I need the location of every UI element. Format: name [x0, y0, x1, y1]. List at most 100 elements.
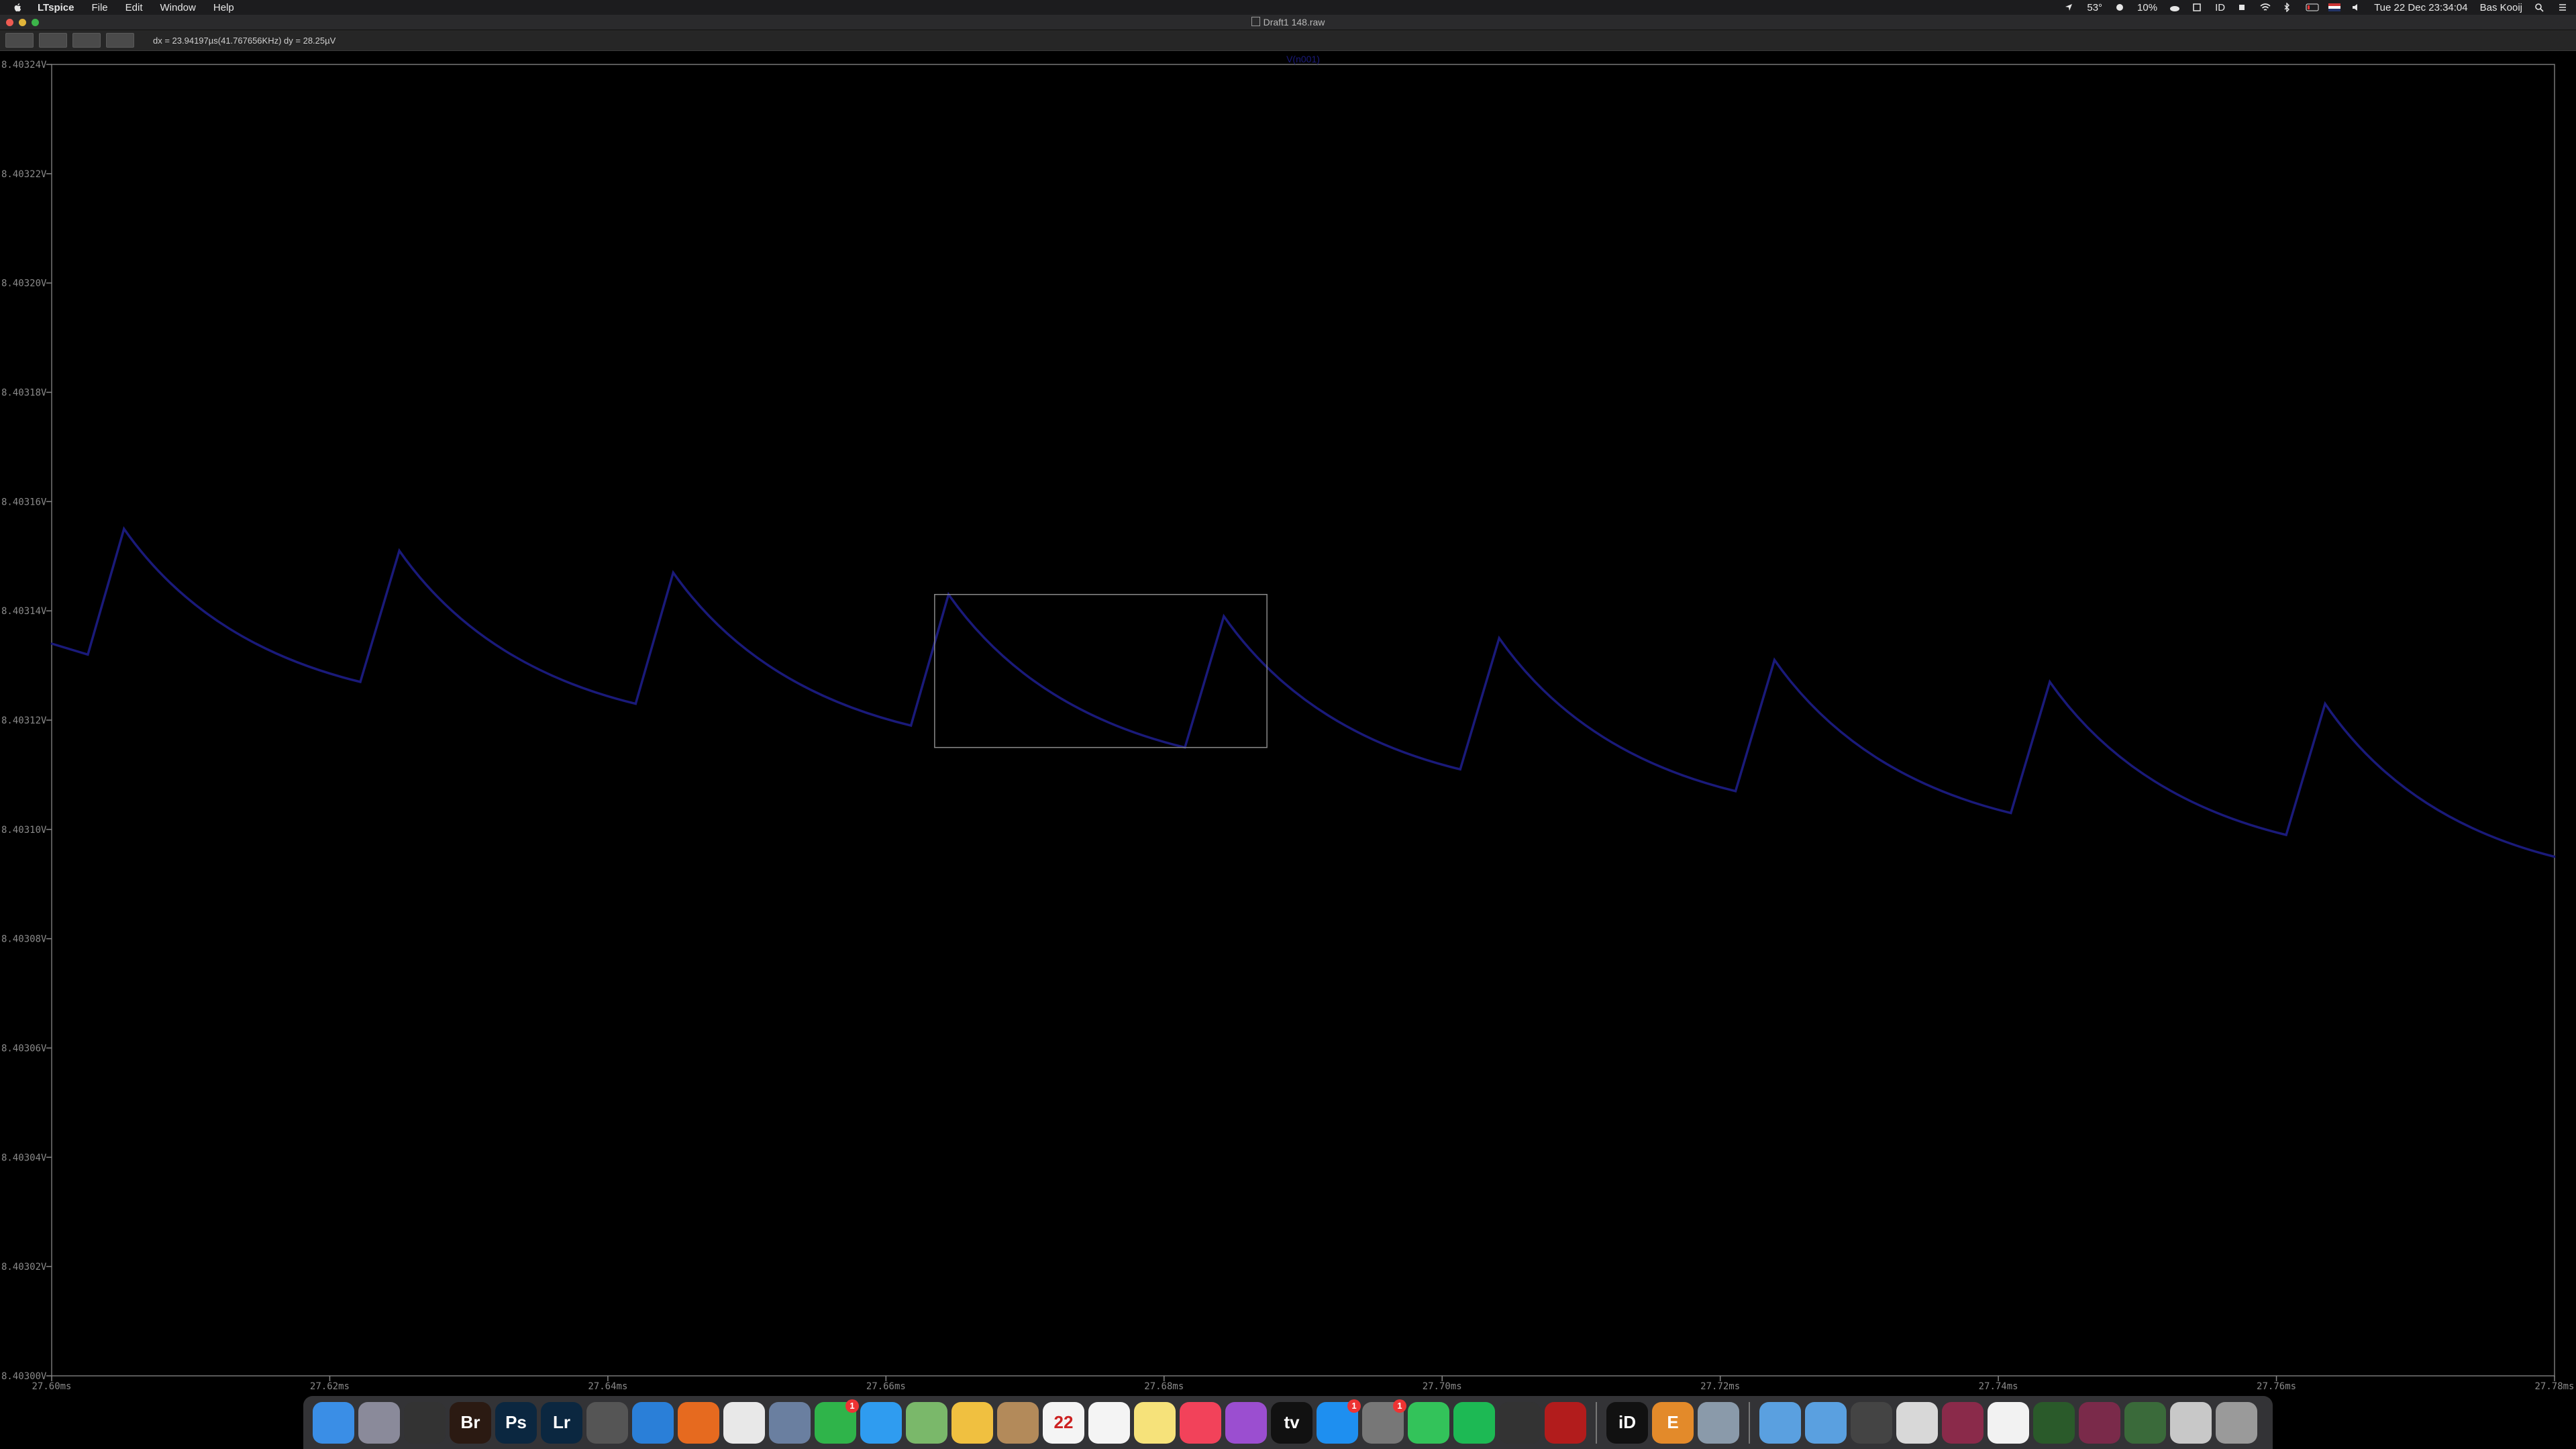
dock-reminders-icon[interactable]: [1088, 1401, 1130, 1444]
dock-mail-draft-icon[interactable]: [769, 1401, 811, 1444]
dock-final-cut-icon[interactable]: [404, 1401, 446, 1444]
dock-maps-icon[interactable]: [906, 1401, 947, 1444]
x-tick-label: 27.64ms: [588, 1381, 627, 1392]
dock-bridge-icon[interactable]: Br: [450, 1401, 491, 1444]
dock-icon-label: iD: [1618, 1412, 1636, 1432]
dock-spotify-icon[interactable]: [1453, 1401, 1495, 1444]
dock-window-8-icon[interactable]: [2170, 1401, 2212, 1444]
dock-trash-icon[interactable]: [2216, 1401, 2257, 1444]
trace-point: [398, 550, 401, 552]
notification-center-icon[interactable]: [2557, 3, 2568, 12]
clock[interactable]: Tue 22 Dec 23:34:04: [2374, 2, 2468, 13]
tile-view-button[interactable]: [106, 33, 134, 48]
dock-icon-label: tv: [1284, 1412, 1300, 1432]
trace-name-label[interactable]: V(n001): [1286, 54, 1320, 64]
bluetooth-icon[interactable]: [2283, 2, 2294, 13]
battery-percentage[interactable]: 10%: [2137, 2, 2157, 13]
trace-point: [1734, 790, 1737, 793]
dock-eagle-icon[interactable]: E: [1652, 1401, 1694, 1444]
notification-badge: 1: [1347, 1399, 1361, 1413]
dock-preview-icon[interactable]: [586, 1401, 628, 1444]
dock-finder-icon[interactable]: [313, 1401, 354, 1444]
dock-launchpad-icon[interactable]: [358, 1401, 400, 1444]
spotlight-search-icon[interactable]: [2534, 3, 2545, 12]
x-tick-label: 27.68ms: [1144, 1381, 1184, 1392]
dock-notes-icon[interactable]: [1134, 1401, 1176, 1444]
dock: Br Ps Lr 1 22 tv 1 1 iD E: [303, 1396, 2273, 1449]
dock-podcasts-icon[interactable]: [1225, 1401, 1267, 1444]
y-tick-label: 8.40300V: [1, 1371, 47, 1382]
dock-window-7-icon[interactable]: [2124, 1401, 2166, 1444]
weather-icon[interactable]: [2114, 3, 2125, 12]
dropbox-icon[interactable]: [2237, 3, 2248, 12]
dock-ltspice-icon[interactable]: [1499, 1401, 1541, 1444]
dock-chrome-icon[interactable]: [723, 1401, 765, 1444]
storage-icon[interactable]: [2192, 3, 2203, 12]
dock-window-6-icon[interactable]: [2079, 1401, 2120, 1444]
dock-photos-icon[interactable]: [951, 1401, 993, 1444]
trace-point: [1223, 615, 1225, 617]
dock-window-4-icon[interactable]: [1988, 1401, 2029, 1444]
x-tick-label: 27.78ms: [2534, 1381, 2574, 1392]
cloud-icon[interactable]: [2169, 3, 2180, 12]
volume-icon[interactable]: [2351, 3, 2362, 12]
dock-folder-2-icon[interactable]: [1805, 1401, 1847, 1444]
battery-icon[interactable]: [2306, 3, 2319, 12]
menu-file[interactable]: File: [91, 2, 107, 13]
dock-music-icon[interactable]: [1180, 1401, 1221, 1444]
x-tick-label: 27.72ms: [1700, 1381, 1740, 1392]
dock-icon-label: Lr: [553, 1412, 570, 1432]
dock-icon-label: 22: [1053, 1412, 1074, 1432]
trace-line[interactable]: [51, 526, 2555, 858]
split-view-button[interactable]: [39, 33, 67, 48]
trace-point: [123, 528, 125, 530]
window-title: Draft1 148.raw: [0, 17, 2576, 28]
dock-window-5-icon[interactable]: [2033, 1401, 2075, 1444]
dock-window-2-icon[interactable]: [1896, 1401, 1938, 1444]
apple-icon[interactable]: [12, 2, 23, 13]
dock-window-1-icon[interactable]: [1851, 1401, 1892, 1444]
trace-point: [2285, 834, 2287, 836]
x-tick-label: 27.66ms: [866, 1381, 906, 1392]
dock-facetime-icon[interactable]: 1: [815, 1399, 859, 1444]
notification-badge: 1: [1393, 1399, 1406, 1413]
document-icon: [1251, 17, 1260, 26]
dock-app-store-icon[interactable]: 1: [1317, 1399, 1361, 1444]
trace-point: [2010, 811, 2012, 814]
dock-lightroom-icon[interactable]: Lr: [541, 1401, 582, 1444]
user-name[interactable]: Bas Kooij: [2480, 2, 2522, 13]
y-tick-label: 8.40322V: [1, 169, 47, 180]
pointer-tool-button[interactable]: [5, 33, 34, 48]
dock-id-icon[interactable]: iD: [1606, 1401, 1648, 1444]
dock-whatsapp-icon[interactable]: [1408, 1401, 1449, 1444]
dock-tv-icon[interactable]: tv: [1271, 1401, 1312, 1444]
zoom-selection-box[interactable]: [934, 593, 1268, 748]
menu-window[interactable]: Window: [160, 2, 196, 13]
dock-firefox-icon[interactable]: [678, 1401, 719, 1444]
trace-point: [672, 571, 674, 574]
y-tick-label: 8.40318V: [1, 388, 47, 399]
waveform-plot[interactable]: V(n001) 8.40324V 8.40322V 8.40320V 8.40318V 8…: [0, 52, 2576, 1395]
dock-ltspice-2-icon[interactable]: [1545, 1401, 1586, 1444]
dock-photoshop-icon[interactable]: Ps: [495, 1401, 537, 1444]
dock-preview-2-icon[interactable]: [1698, 1401, 1739, 1444]
y-tick-label: 8.40306V: [1, 1044, 47, 1054]
dock-calendar-icon[interactable]: 22: [1043, 1401, 1084, 1444]
app-menu[interactable]: LTspice: [38, 2, 74, 13]
input-source-indicator[interactable]: ID: [2215, 2, 2225, 13]
dock-system-preferences-icon[interactable]: 1: [1362, 1399, 1406, 1444]
dock-contacts-icon[interactable]: [997, 1401, 1039, 1444]
temperature-label[interactable]: 53°: [2087, 2, 2102, 13]
menu-help[interactable]: Help: [213, 2, 234, 13]
dock-folder-1-icon[interactable]: [1759, 1401, 1801, 1444]
flag-icon[interactable]: [2328, 3, 2341, 12]
trace-point: [910, 724, 913, 727]
window-view-button[interactable]: [72, 33, 101, 48]
dock-safari-icon[interactable]: [632, 1401, 674, 1444]
location-icon[interactable]: [2064, 3, 2075, 12]
dock-messages-icon[interactable]: [860, 1401, 902, 1444]
wifi-icon[interactable]: [2260, 3, 2271, 12]
menu-edit[interactable]: Edit: [125, 2, 143, 13]
x-tick-label: 27.60ms: [32, 1381, 71, 1392]
dock-window-3-icon[interactable]: [1942, 1401, 1983, 1444]
